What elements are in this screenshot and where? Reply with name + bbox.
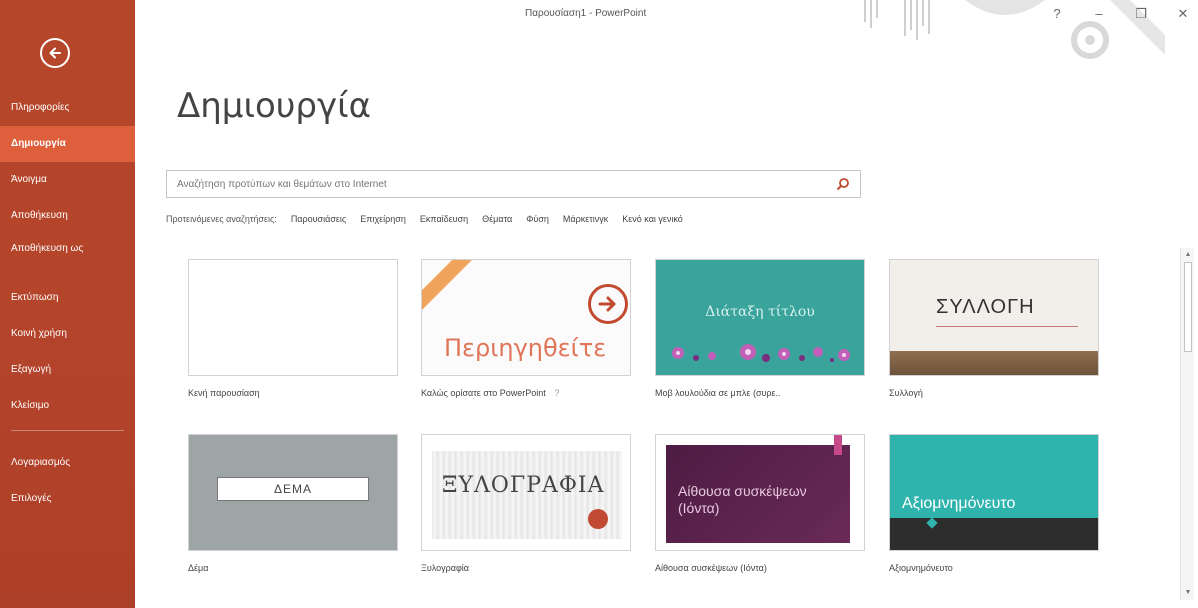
nav-item-close[interactable]: Κλείσιμο [0, 388, 135, 424]
template-caption: Δέμα [188, 563, 209, 573]
nav-item-account[interactable]: Λογαριασμός [0, 445, 135, 481]
template-card-parcel[interactable]: ΔΕΜΑ Δέμα [188, 434, 398, 573]
suggestion-link[interactable]: Εκπαίδευση [420, 214, 468, 224]
nav-item-save[interactable]: Αποθήκευση [0, 198, 135, 234]
template-card-woodtype[interactable]: ΞΥΛΟΓΡΑΦΙΑ Ξυλογραφία [421, 434, 631, 573]
nav-item-info[interactable]: Πληροφορίες [0, 90, 135, 126]
template-search-input[interactable] [167, 171, 817, 197]
nav-item-save-as[interactable]: Αποθήκευση ως [0, 234, 135, 280]
thumb-text: ΣΥΛΛΟΓΗ [936, 296, 1035, 318]
template-card-ion-boardroom[interactable]: Αίθουσα συσκέψεων (Ιόντα) Αίθουσα συσκέψ… [655, 434, 865, 573]
red-dot-graphic [588, 509, 608, 529]
template-thumbnail [188, 259, 398, 376]
template-search-box [166, 170, 861, 198]
suggestion-link[interactable]: Παρουσιάσεις [291, 214, 346, 224]
thumb-text: ΞΥΛΟΓΡΑΦΙΑ [442, 473, 605, 498]
template-thumbnail: Διάταξη τίτλου [655, 259, 865, 376]
back-button[interactable] [40, 38, 70, 68]
back-arrow-icon [49, 47, 61, 59]
new-ribbon [422, 260, 482, 314]
template-caption: Κενή παρουσίαση [188, 388, 260, 398]
scroll-thumb[interactable] [1184, 262, 1192, 352]
title-bar: Παρουσίαση1 - PowerPoint ? – ❐ ✕ [135, 0, 1198, 59]
suggestion-link[interactable]: Κενό και γενικό [622, 214, 683, 224]
nav-item-print[interactable]: Εκτύπωση [0, 280, 135, 316]
template-card-collection[interactable]: ΣΥΛΛΟΓΗ Συλλογή [889, 259, 1099, 398]
suggestion-link[interactable]: Θέματα [482, 214, 512, 224]
nav-item-export[interactable]: Εξαγωγή [0, 352, 135, 388]
template-thumbnail: Αίθουσα συσκέψεων (Ιόντα) [655, 434, 865, 551]
minimize-button[interactable]: – [1090, 6, 1108, 22]
template-caption: Αίθουσα συσκέψεων (Ιόντα) [655, 563, 767, 573]
template-caption: Συλλογή [889, 388, 923, 398]
backstage-sidebar: Πληροφορίες Δημιουργία Άνοιγμα Αποθήκευσ… [0, 0, 135, 608]
wood-band [890, 351, 1098, 375]
backstage-nav: Πληροφορίες Δημιουργία Άνοιγμα Αποθήκευσ… [0, 90, 135, 517]
template-caption: Ξυλογραφία [421, 563, 470, 573]
template-card-blank[interactable]: Κενή παρουσίαση [188, 259, 398, 398]
suggested-searches-label: Προτεινόμενες αναζητήσεις: [166, 214, 277, 224]
suggestion-link[interactable]: Επιχείρηση [360, 214, 406, 224]
window-title: Παρουσίαση1 - PowerPoint [525, 8, 647, 19]
suggestion-link[interactable]: Μάρκετινγκ [563, 214, 608, 224]
template-thumbnail: ΣΥΛΛΟΓΗ [889, 259, 1099, 376]
arrow-right-icon [588, 284, 628, 324]
nav-item-share[interactable]: Κοινή χρήση [0, 316, 135, 352]
template-card-welcome[interactable]: Περιηγηθείτε Καλώς ορίσατε στο PowerPoin… [421, 259, 631, 398]
template-caption: Μοβ λουλούδια σε μπλε (συρε.. [655, 388, 781, 398]
pin-icon[interactable]: ? [554, 388, 559, 398]
template-caption-text: Καλώς ορίσατε στο PowerPoint [421, 388, 546, 398]
nav-item-options[interactable]: Επιλογές [0, 481, 135, 517]
flowers-graphic [672, 344, 850, 362]
page-title: Δημιουργία [177, 86, 372, 126]
template-caption: Αξιομνημόνευτο [889, 563, 953, 573]
vertical-scrollbar[interactable]: ▲ ▼ [1180, 248, 1194, 600]
thumb-text: ΔΕΜΑ [217, 477, 369, 501]
dark-band [890, 518, 1098, 550]
nav-item-open[interactable]: Άνοιγμα [0, 162, 135, 198]
scroll-up-arrow-icon[interactable]: ▲ [1183, 250, 1193, 260]
template-thumbnail: ΞΥΛΟΓΡΑΦΙΑ [421, 434, 631, 551]
template-thumbnail: Περιηγηθείτε [421, 259, 631, 376]
suggested-searches: Προτεινόμενες αναζητήσεις: Παρουσιάσεις … [166, 214, 683, 224]
nav-item-new[interactable]: Δημιουργία [0, 126, 135, 162]
template-card-purple-flowers[interactable]: Διάταξη τίτλου Μοβ λουλούδια σε μπλε (συ… [655, 259, 865, 398]
thumb-text: Διάταξη τίτλου [705, 304, 815, 320]
template-caption: Καλώς ορίσατε στο PowerPoint ? [421, 388, 631, 398]
nav-divider [11, 430, 124, 431]
thumb-text: Αίθουσα συσκέψεων (Ιόντα) [678, 483, 807, 516]
restore-button[interactable]: ❐ [1132, 6, 1150, 22]
suggestion-link[interactable]: Φύση [526, 214, 549, 224]
template-thumbnail: ΔΕΜΑ [188, 434, 398, 551]
thumb-text: Περιηγηθείτε [444, 334, 607, 362]
help-button[interactable]: ? [1048, 6, 1066, 22]
scroll-down-arrow-icon[interactable]: ▼ [1183, 588, 1193, 598]
window-controls: ? – ❐ ✕ [1048, 6, 1192, 22]
close-button[interactable]: ✕ [1174, 6, 1192, 22]
search-icon[interactable] [836, 177, 850, 191]
thumb-underline [936, 326, 1078, 327]
pink-tag [834, 435, 842, 455]
template-card-memorable[interactable]: Αξιομνημόνευτο Αξιομνημόνευτο [889, 434, 1099, 573]
template-thumbnail: Αξιομνημόνευτο [889, 434, 1099, 551]
thumb-text: Αξιομνημόνευτο [902, 495, 1016, 512]
